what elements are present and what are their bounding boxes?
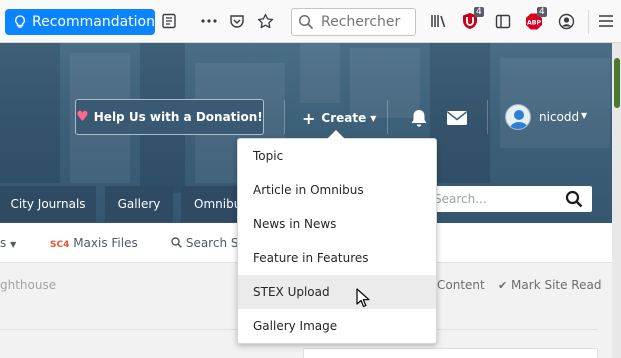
site-search-placeholder: Search... <box>434 192 487 206</box>
tab-label: City Journals <box>10 197 86 211</box>
account-icon[interactable] <box>557 12 575 30</box>
mark-site-read-label: Mark Site Read <box>511 278 602 292</box>
ublock-badge: 4 <box>474 7 484 17</box>
header-divider <box>284 100 285 134</box>
menu-item-topic[interactable]: Topic <box>238 139 436 173</box>
more-actions-icon[interactable] <box>200 12 218 30</box>
search-icon <box>171 237 182 248</box>
svg-text:ABP: ABP <box>527 19 541 26</box>
site-search-box[interactable]: Search... <box>430 186 592 212</box>
bell-icon[interactable] <box>408 108 430 128</box>
browser-search-input[interactable] <box>321 13 413 31</box>
browser-search-box[interactable] <box>291 8 416 36</box>
menu-item-article[interactable]: Article in Omnibus <box>238 173 436 207</box>
avatar[interactable] <box>505 104 531 130</box>
tab-omnibus[interactable]: Omnibu <box>181 186 241 222</box>
subnav-item-search[interactable]: Search S <box>171 236 239 250</box>
user-caret-icon[interactable]: ▼ <box>581 111 587 120</box>
menu-item-stex-upload[interactable]: STEX Upload <box>238 275 436 309</box>
lightbulb-icon <box>15 15 25 28</box>
header-divider <box>387 100 388 134</box>
subnav-item-partial[interactable]: s ▼ <box>0 236 16 250</box>
subnav-label: Search S <box>185 236 239 250</box>
sc4-icon: SC4 <box>50 240 70 250</box>
tab-label: Omnibu <box>194 197 242 211</box>
ublock-icon[interactable]: 4 <box>461 7 484 30</box>
tab-city-journals[interactable]: City Journals <box>0 186 96 222</box>
caret-down-icon: ▼ <box>370 113 377 123</box>
menu-item-gallery-image[interactable]: Gallery Image <box>238 309 436 343</box>
recommendation-label: Recommandation <box>32 14 155 30</box>
sidebar-icon[interactable] <box>494 12 512 30</box>
donate-label: Help Us with a Donation! <box>93 110 263 124</box>
subnav-label: s <box>0 236 7 250</box>
pocket-icon[interactable] <box>228 12 246 30</box>
recommendation-button[interactable]: Recommandation <box>5 9 155 35</box>
breadcrumb[interactable]: ghthouse <box>0 278 56 292</box>
adblock-badge: 4 <box>537 7 547 17</box>
tab-label: Gallery <box>117 197 161 211</box>
menu-item-feature[interactable]: Feature in Features <box>238 241 436 275</box>
reader-view-icon[interactable] <box>160 12 178 30</box>
caret-down-icon: ▼ <box>10 240 17 249</box>
create-label: Create <box>321 111 367 125</box>
adblock-plus-icon[interactable]: ABP 4 <box>525 7 547 30</box>
mouse-cursor-icon <box>356 288 370 308</box>
header-divider <box>487 100 488 134</box>
create-dropdown-menu: Topic Article in Omnibus News in News Fe… <box>237 130 437 344</box>
menu-item-news[interactable]: News in News <box>238 207 436 241</box>
bookmark-star-icon[interactable] <box>256 12 274 30</box>
unread-content-link[interactable]: Content <box>437 278 485 292</box>
plus-icon: + <box>302 108 316 128</box>
subnav-label: Maxis Files <box>73 236 138 250</box>
subnav-item-maxis-files[interactable]: SC4 Maxis Files <box>50 236 138 250</box>
toolbar-divider <box>588 10 589 34</box>
donate-button[interactable]: ♥ Help Us with a Donation! <box>75 99 264 135</box>
checkmark-icon: ✔ <box>498 279 508 292</box>
search-icon[interactable] <box>565 190 583 208</box>
search-icon <box>298 14 314 30</box>
browser-toolbar: Recommandation 4 ABP 4 <box>0 0 621 43</box>
mark-site-read-link[interactable]: ✔ Mark Site Read <box>498 278 601 292</box>
scrollbar-thumb[interactable] <box>614 58 620 108</box>
tab-gallery[interactable]: Gallery <box>105 186 173 222</box>
create-menu-button[interactable]: + Create ▼ <box>302 108 376 128</box>
content-card <box>303 348 598 358</box>
envelope-icon[interactable] <box>446 108 468 128</box>
username[interactable]: nicodd <box>539 110 579 124</box>
heart-icon: ♥ <box>76 109 89 125</box>
menu-arrow <box>327 130 345 139</box>
library-icon[interactable] <box>430 12 448 30</box>
hamburger-menu-icon[interactable] <box>597 12 615 30</box>
